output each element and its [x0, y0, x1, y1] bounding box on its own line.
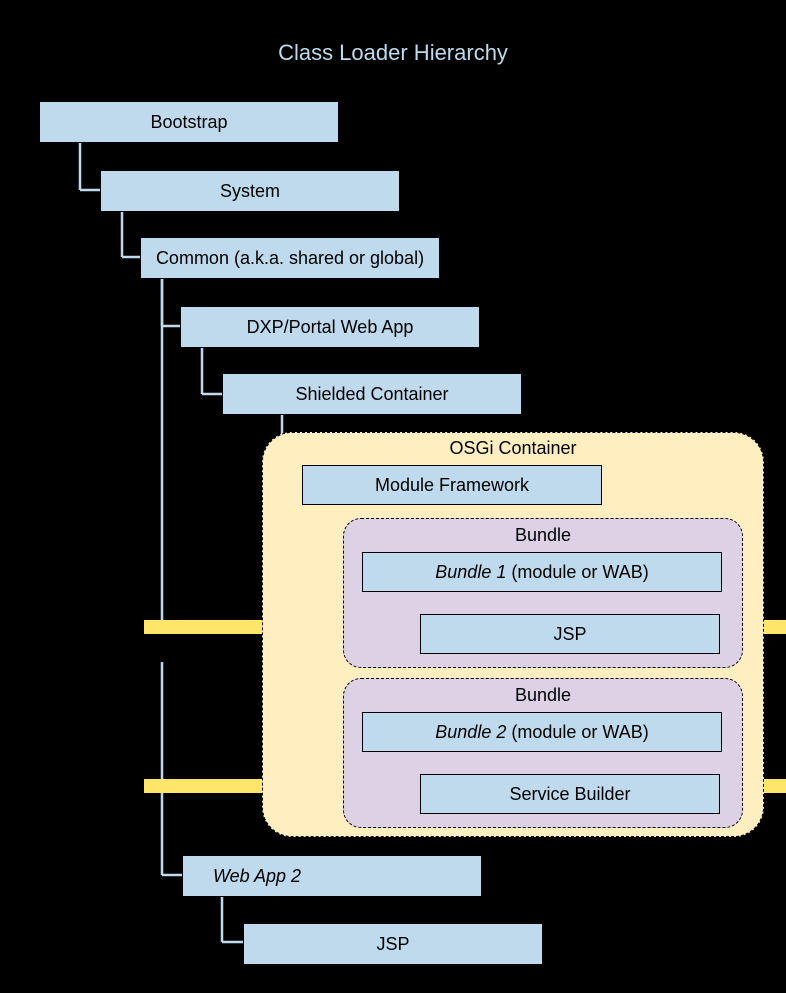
node-system-label: System	[220, 181, 280, 202]
node-dxp-portal-label: DXP/Portal Web App	[247, 317, 414, 338]
node-module-framework: Module Framework	[302, 465, 602, 505]
node-dxp-portal: DXP/Portal Web App	[180, 306, 480, 348]
node-jsp1-label: JSP	[553, 624, 586, 645]
node-web-app-2-label: Web App 2	[213, 866, 301, 887]
node-bundle2-label: Bundle 2 (module or WAB)	[435, 722, 648, 743]
node-bootstrap-label: Bootstrap	[150, 112, 227, 133]
node-common: Common (a.k.a. shared or global)	[140, 237, 440, 279]
diagram-title: Class Loader Hierarchy	[0, 40, 786, 66]
node-shielded-container: Shielded Container	[222, 373, 522, 415]
node-jsp2: JSP	[243, 923, 543, 965]
node-bundle2: Bundle 2 (module or WAB)	[362, 712, 722, 752]
node-bundle1: Bundle 1 (module or WAB)	[362, 552, 722, 592]
node-system: System	[100, 170, 400, 212]
bundle2-suffix: (module or WAB)	[506, 722, 648, 742]
osgi-container-title: OSGi Container	[262, 438, 764, 459]
node-service-builder-label: Service Builder	[509, 784, 630, 805]
node-web-app-2: Web App 2	[182, 855, 482, 897]
node-bootstrap: Bootstrap	[39, 101, 339, 143]
node-module-framework-label: Module Framework	[375, 475, 529, 496]
node-service-builder: Service Builder	[420, 774, 720, 814]
bundle2-italic: Bundle 2	[435, 722, 506, 742]
bundle2-container-title: Bundle	[343, 685, 743, 706]
bundle1-suffix: (module or WAB)	[506, 562, 648, 582]
node-jsp2-label: JSP	[376, 934, 409, 955]
node-bundle1-label: Bundle 1 (module or WAB)	[435, 562, 648, 583]
bundle1-container-title: Bundle	[343, 525, 743, 546]
bundle1-italic: Bundle 1	[435, 562, 506, 582]
node-jsp1: JSP	[420, 614, 720, 654]
node-shielded-container-label: Shielded Container	[295, 384, 448, 405]
node-common-label: Common (a.k.a. shared or global)	[156, 248, 424, 269]
